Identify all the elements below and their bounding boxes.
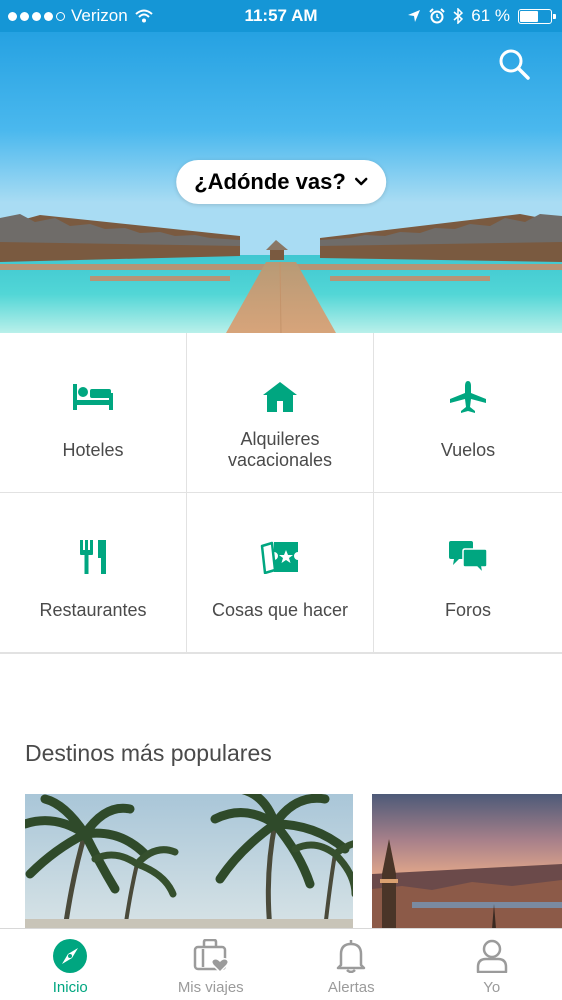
alarm-icon bbox=[429, 8, 445, 24]
popular-destinations-title: Destinos más populares bbox=[25, 740, 272, 766]
category-things-to-do[interactable]: Cosas que hacer bbox=[187, 493, 374, 653]
tab-label: Inicio bbox=[52, 979, 88, 996]
destination-card[interactable] bbox=[25, 794, 353, 929]
tab-mis-viajes[interactable]: Mis viajes bbox=[141, 929, 282, 1000]
suitcase-heart-icon bbox=[193, 939, 229, 973]
search-button[interactable] bbox=[494, 44, 534, 84]
battery-percent: 61 % bbox=[471, 6, 510, 25]
category-label: Alquileres vacacionales bbox=[227, 429, 333, 470]
category-forums[interactable]: Foros bbox=[374, 493, 562, 653]
tab-label: Yo bbox=[483, 979, 501, 996]
category-label: Hoteles bbox=[62, 439, 124, 460]
category-flights[interactable]: Vuelos bbox=[374, 333, 562, 493]
category-restaurants[interactable]: Restaurantes bbox=[0, 493, 187, 653]
bed-icon bbox=[73, 384, 113, 410]
location-arrow-icon bbox=[408, 10, 421, 22]
compass-icon bbox=[53, 939, 88, 973]
house-icon bbox=[263, 382, 297, 412]
hero-banner: ¿Adónde vas? bbox=[0, 0, 562, 333]
category-label: Restaurantes bbox=[39, 599, 147, 620]
tab-inicio[interactable]: Inicio bbox=[0, 929, 141, 1000]
person-icon bbox=[476, 939, 507, 973]
bottom-tab-bar: Inicio Mis viajes Alertas Yo bbox=[0, 928, 562, 1000]
category-label: Cosas que hacer bbox=[211, 599, 349, 620]
tab-label: Alertas bbox=[327, 979, 375, 996]
tab-alertas[interactable]: Alertas bbox=[281, 929, 422, 1000]
bluetooth-icon bbox=[453, 8, 464, 24]
airplane-icon bbox=[450, 381, 486, 413]
fork-knife-icon bbox=[80, 540, 106, 574]
category-label: Foros bbox=[444, 599, 491, 620]
destination-prompt: ¿Adónde vas? bbox=[194, 169, 346, 194]
tickets-icon bbox=[260, 541, 298, 574]
search-icon bbox=[499, 49, 530, 80]
category-label: Vuelos bbox=[440, 439, 496, 460]
category-grid: Hoteles Alquileres vacacionales Vuelos R… bbox=[0, 333, 562, 654]
category-vacation-rentals[interactable]: Alquileres vacacionales bbox=[187, 333, 374, 493]
destination-card[interactable] bbox=[372, 794, 562, 929]
battery-icon bbox=[518, 8, 556, 24]
destination-selector[interactable]: ¿Adónde vas? bbox=[176, 160, 386, 204]
status-bar: Verizon 11:57 AM 61 % bbox=[0, 0, 562, 32]
chevron-down-icon bbox=[354, 177, 368, 186]
category-hotels[interactable]: Hoteles bbox=[0, 333, 187, 493]
bell-icon bbox=[337, 940, 366, 973]
carrier-name: Verizon bbox=[71, 6, 128, 25]
wifi-icon bbox=[135, 9, 153, 23]
tab-label: Mis viajes bbox=[177, 979, 244, 996]
chat-bubbles-icon bbox=[449, 541, 487, 573]
signal-strength-icon bbox=[8, 11, 65, 21]
tab-yo[interactable]: Yo bbox=[422, 929, 562, 1000]
city-skyline-image bbox=[372, 794, 562, 929]
palm-trees-image bbox=[25, 794, 353, 929]
